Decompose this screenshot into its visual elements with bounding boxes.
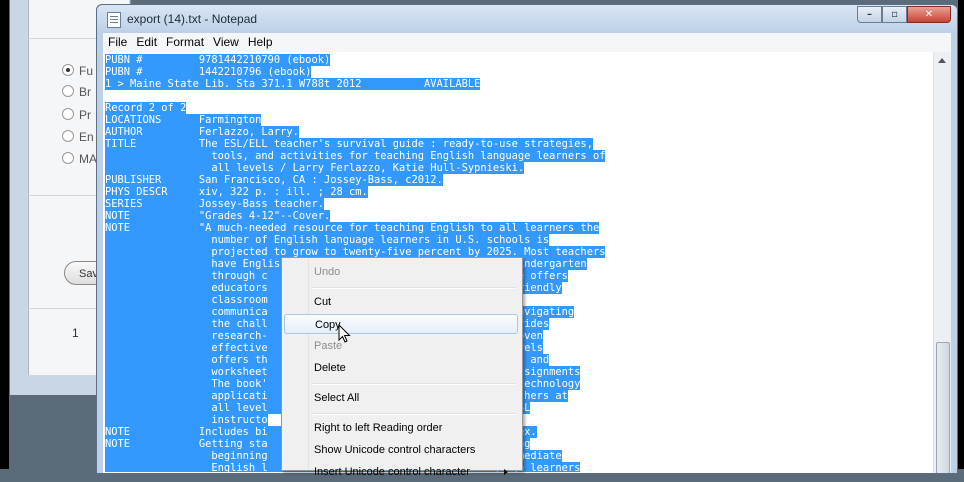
selected-text: PUBLISHER San Francisco, CA : Jossey-Bas… [105, 174, 443, 186]
text-line: number of English language learners in U… [105, 234, 550, 246]
scroll-up-icon[interactable] [938, 58, 946, 63]
text-line: TITLE The ESL/ELL teacher's survival gui… [105, 138, 593, 150]
menu-item-label: Copy [315, 319, 341, 331]
context-menu-item-insert-unicode-control-character[interactable]: Insert Unicode control character [284, 462, 518, 482]
context-menu-item-select-all[interactable]: Select All [284, 388, 518, 408]
scroll-thumb[interactable] [936, 342, 950, 473]
text-line: 1 > Maine State Lib. Sta 371.1 W788t 201… [105, 78, 481, 90]
menu-item-label: Delete [314, 362, 346, 374]
menu-item-label: Show Unicode control characters [314, 444, 476, 456]
menu-separator [312, 413, 516, 415]
radio-button-icon[interactable] [62, 108, 74, 120]
window-controls: – ▫ ✕ [857, 6, 951, 24]
context-menu-item-show-unicode-control-characters[interactable]: Show Unicode control characters [284, 440, 518, 460]
context-menu: Undo Cut Copy Paste Delete Select All Right to… [281, 257, 523, 478]
menu-format[interactable]: Format [161, 33, 208, 49]
text-line: all levels / Larry Ferlazzo, Katie Hull-… [105, 162, 525, 174]
menu-view[interactable]: View [208, 33, 243, 49]
menu-bar: File Edit Format View Help [103, 33, 951, 52]
selected-text: number of English language learners in U… [105, 234, 550, 246]
menu-item-label: Undo [314, 266, 341, 278]
close-button[interactable]: ✕ [907, 6, 951, 23]
selected-text: instructo [105, 414, 268, 426]
text-line: PUBLISHER San Francisco, CA : Jossey-Bas… [105, 174, 443, 186]
text-line: tools, and activities for teaching Engli… [105, 150, 606, 162]
text-editor[interactable]: PUBN # 9781442210790 (ebook) PUBN # 14422… [103, 52, 951, 473]
context-menu-item-right-to-left-reading-order[interactable]: Right to left Reading order [284, 418, 518, 438]
menu-item-label: Right to left Reading order [314, 422, 443, 434]
text-line: LOCATIONS Farmington [105, 114, 262, 126]
window-title: export (14).txt - Notepad [127, 12, 258, 26]
radio-label: En [79, 130, 94, 144]
menu-file[interactable]: File [103, 33, 131, 49]
selected-text: Record 2 of 2 [105, 102, 187, 114]
menu-item-label: Select All [314, 392, 360, 404]
selected-text: NOTE "A much-needed resource for teachin… [105, 222, 600, 234]
submenu-arrow-icon [504, 469, 508, 475]
text-line: PUBN # 9781442210790 (ebook) [105, 54, 331, 66]
selected-text: TITLE The ESL/ELL teacher's survival gui… [105, 138, 593, 150]
right-screen-border [958, 0, 964, 469]
radio-label: Fu [79, 64, 94, 78]
text-line: SERIES Jossey-Bass teacher. [105, 198, 324, 210]
notepad-window: export (14).txt - Notepad – ▫ ✕ File Edit… [96, 4, 958, 474]
context-menu-item-copy[interactable]: Copy [284, 314, 518, 334]
context-menu-item-cut[interactable]: Cut [284, 292, 518, 312]
maximize-icon: ▫ [891, 9, 898, 20]
radio-label: Br [79, 85, 91, 99]
selected-text: AUTHOR Ferlazzo, Larry. [105, 126, 299, 138]
radio-button-icon[interactable] [62, 152, 74, 164]
text-line: Record 2 of 2 [105, 102, 187, 114]
menu-separator [312, 383, 516, 385]
mouse-cursor-icon [338, 324, 351, 343]
menu-item-label: Cut [314, 296, 332, 308]
selected-text: PUBN # 1442210796 (ebook) [105, 66, 312, 78]
radio-label: MA [79, 152, 97, 166]
text-line: instructo [105, 414, 268, 426]
text-line: PHYS DESCR xiv, 322 p. : ill. ; 28 cm. [105, 186, 368, 198]
menu-edit[interactable]: Edit [131, 33, 161, 49]
context-menu-item-undo[interactable]: Undo [284, 262, 518, 282]
left-screen-border [0, 0, 9, 469]
close-icon: ✕ [924, 9, 934, 20]
vertical-scrollbar[interactable] [933, 52, 951, 473]
selected-text: PHYS DESCR xiv, 322 p. : ill. ; 28 cm. [105, 186, 368, 198]
selected-text: SERIES Jossey-Bass teacher. [105, 198, 324, 210]
page-number: 1 [72, 326, 79, 340]
selected-text: NOTE "Grades 4-12"--Cover. [105, 210, 331, 222]
text-line: AUTHOR Ferlazzo, Larry. [105, 126, 299, 138]
text-line: NOTE "A much-needed resource for teachin… [105, 222, 600, 234]
selected-text: tools, and activities for teaching Engli… [105, 150, 606, 162]
selected-text: all levels / Larry Ferlazzo, Katie Hull-… [105, 162, 525, 174]
text-line: NOTE "Grades 4-12"--Cover. [105, 210, 331, 222]
radio-button-icon[interactable] [62, 85, 74, 97]
minimize-button[interactable]: – [857, 6, 882, 23]
context-menu-item-delete[interactable]: Delete [284, 358, 518, 378]
selected-text: LOCATIONS Farmington [105, 114, 262, 126]
minimize-icon: – [867, 9, 872, 20]
title-bar[interactable]: export (14).txt - Notepad – ▫ ✕ [97, 5, 957, 33]
notepad-icon[interactable] [107, 12, 121, 28]
text-line: PUBN # 1442210796 (ebook) [105, 66, 312, 78]
menu-help[interactable]: Help [243, 33, 277, 49]
maximize-button[interactable]: ▫ [882, 6, 907, 23]
text-content[interactable]: PUBN # 9781442210790 (ebook) PUBN # 14422… [105, 52, 941, 472]
menu-separator [312, 287, 516, 289]
context-menu-item-paste[interactable]: Paste [284, 336, 518, 356]
menu-item-label: Insert Unicode control character [314, 466, 470, 478]
selected-text: 1 > Maine State Lib. Sta 371.1 W788t 201… [105, 78, 481, 90]
selected-text: PUBN # 9781442210790 (ebook) [105, 54, 331, 66]
radio-button-icon[interactable] [62, 130, 74, 142]
radio-button-icon[interactable] [62, 64, 74, 76]
radio-label: Pr [79, 108, 91, 122]
